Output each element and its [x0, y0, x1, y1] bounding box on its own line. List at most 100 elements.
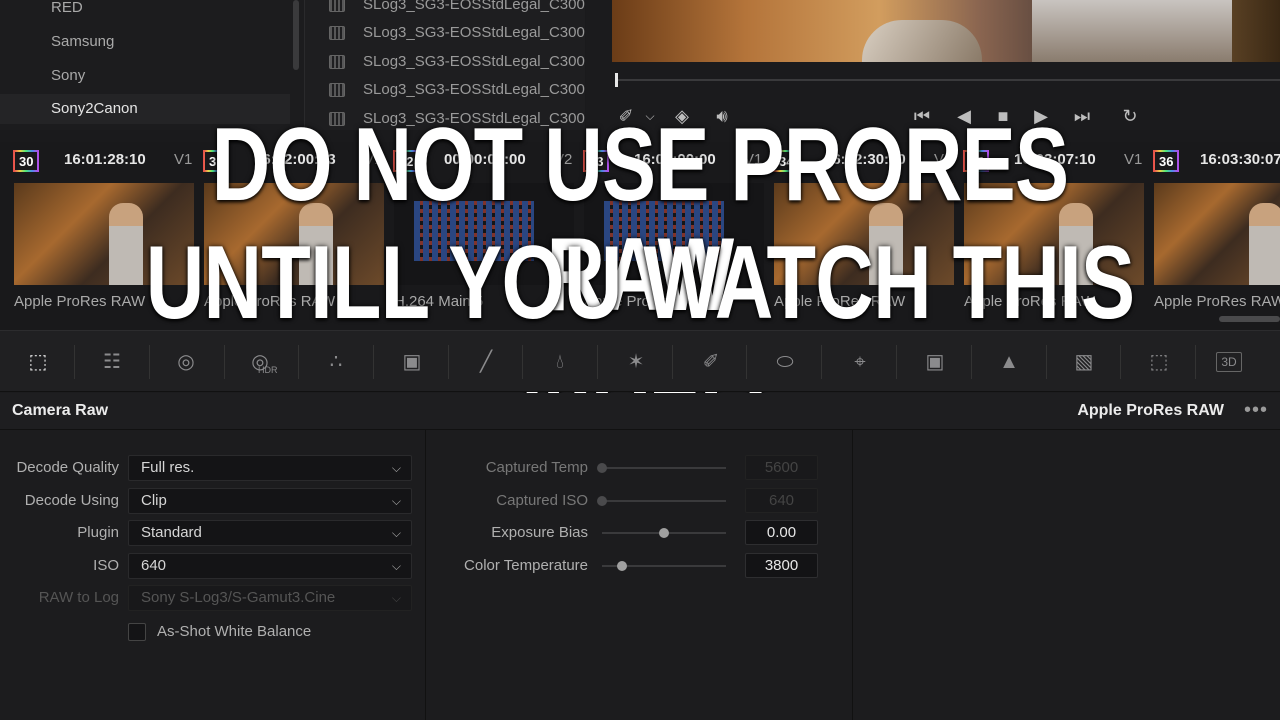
palette-divider	[298, 345, 299, 379]
motion-effects-icon[interactable]: ▣	[394, 345, 430, 379]
palette-divider	[821, 345, 822, 379]
raw-to-log-dropdown: Sony S-Log3/S-Gamut3.Cine ⌵	[128, 585, 412, 611]
clip-timecode: 16:03:30:07	[1200, 151, 1280, 168]
playhead[interactable]	[615, 73, 618, 87]
lut-folder-sony[interactable]: Sony	[0, 61, 290, 91]
chevron-down-icon: ⌵	[391, 591, 401, 605]
lut-item[interactable]: SLog3_SG3-EOSStdLegal_C300	[305, 76, 585, 104]
viewer-frame[interactable]	[612, 0, 1280, 62]
exposure-bias-field[interactable]: 0.00	[745, 520, 818, 545]
lut-folder-samsung[interactable]: Samsung	[0, 27, 290, 57]
lut-item-label: SLog3_SG3-EOSStdLegal_C300	[363, 24, 585, 41]
color-match-icon[interactable]: ☷	[94, 345, 130, 379]
raw-to-log-value: Sony S-Log3/S-Gamut3.Cine	[141, 589, 336, 606]
iso-label: ISO	[93, 557, 119, 574]
decode-using-label: Decode Using	[24, 492, 119, 509]
lut-item-label: SLog3_SG3-EOSStdLegal_C300	[363, 81, 585, 98]
clip-subject	[109, 203, 143, 285]
plugin-dropdown[interactable]: Standard ⌵	[128, 520, 412, 546]
camera-raw-icon[interactable]: ⬚	[20, 345, 56, 379]
chevron-down-icon: ⌵	[391, 461, 401, 475]
chevron-down-icon: ⌵	[391, 494, 401, 508]
hdr-wheels-icon[interactable]: ◎ HDR	[242, 345, 278, 379]
palette-divider	[896, 345, 897, 379]
lut-thumbnail-icon	[329, 83, 345, 97]
lut-thumbnail-icon	[329, 55, 345, 69]
hdr-label: HDR	[258, 365, 278, 375]
as-shot-white-balance-checkbox[interactable]	[128, 623, 146, 641]
color-temperature-label: Color Temperature	[464, 557, 588, 574]
window-icon[interactable]: ⬭	[767, 345, 803, 379]
palette-divider	[373, 345, 374, 379]
lut-item[interactable]: SLog3_SG3-EOSStdLegal_C300	[305, 0, 585, 19]
captured-temp-slider	[602, 467, 726, 469]
lut-item-label: SLog3_SG3-EOSStdLegal_C300	[363, 0, 585, 13]
qualifier-icon[interactable]: ✐	[693, 345, 729, 379]
iso-value: 640	[141, 557, 167, 574]
clip-number: 30	[13, 150, 40, 172]
color-wheels-icon[interactable]: ◎	[168, 345, 204, 379]
clip-timecode: 16:01:28:10	[64, 151, 146, 168]
as-shot-white-balance-label: As-Shot White Balance	[157, 623, 312, 640]
decode-quality-label: Decode Quality	[16, 459, 119, 476]
palette-divider	[1195, 345, 1196, 379]
chevron-down-icon: ⌵	[391, 526, 401, 540]
clip-subject	[1249, 203, 1280, 285]
plugin-value: Standard	[141, 524, 202, 541]
clip-strip-scrollbar[interactable]	[1219, 316, 1280, 322]
curves-icon[interactable]: ╱	[468, 345, 504, 379]
decode-quality-dropdown[interactable]: Full res. ⌵	[128, 455, 412, 481]
decode-settings: Decode Quality Full res. ⌵ Decode Using C…	[0, 430, 426, 720]
captured-iso-label: Captured ISO	[496, 492, 588, 509]
more-options-icon[interactable]: •••	[1244, 399, 1268, 422]
chevron-down-icon: ⌵	[391, 559, 401, 573]
color-warper-icon[interactable]: 💧︎	[542, 345, 578, 379]
color-temperature-field[interactable]: 3800	[745, 553, 818, 578]
lut-thumbnail-icon	[329, 0, 345, 12]
3d-icon[interactable]: 3D	[1216, 352, 1242, 372]
palette-divider	[1046, 345, 1047, 379]
rgb-mixer-icon[interactable]: ∴	[318, 345, 354, 379]
raw-to-log-label: RAW to Log	[38, 589, 119, 606]
lut-folder-red[interactable]: RED	[0, 0, 290, 23]
palette-divider	[597, 345, 598, 379]
panel-header: Camera Raw Apple ProRes RAW •••	[0, 393, 1280, 430]
warper-mesh-icon[interactable]: ✶	[618, 345, 654, 379]
empty-panel	[854, 430, 1280, 720]
palette-divider	[746, 345, 747, 379]
lut-item[interactable]: SLog3_SG3-EOSStdLegal_C300	[305, 19, 585, 47]
palette-divider	[149, 345, 150, 379]
clip-thumbnail[interactable]	[1154, 183, 1280, 285]
captured-temp-knob	[597, 463, 607, 473]
tracker-icon[interactable]: ⌖	[842, 345, 878, 379]
clip-codec: Apple ProRes RAW	[14, 293, 146, 310]
color-temperature-knob[interactable]	[616, 561, 627, 571]
captured-temp-label: Captured Temp	[485, 459, 588, 476]
blur-icon[interactable]: ▲	[991, 345, 1027, 379]
lut-thumbnail-icon	[329, 26, 345, 40]
magic-mask-icon[interactable]: ▣	[917, 345, 953, 379]
decode-using-value: Clip	[141, 492, 167, 509]
clip-number: 36	[1153, 150, 1180, 172]
exposure-bias-label: Exposure Bias	[491, 524, 588, 541]
key-icon[interactable]: ▧	[1066, 345, 1102, 379]
captured-temp-field: 5600	[745, 455, 818, 480]
palette-divider	[224, 345, 225, 379]
palette-divider	[522, 345, 523, 379]
palette-toolbar: ⬚ ☷ ◎ ◎ HDR ∴ ▣ ╱ 💧︎ ✶ ✐ ⬭ ⌖ ▣ ▲ ▧ ⬚ 3D	[0, 330, 1280, 392]
lut-item[interactable]: SLog3_SG3-EOSStdLegal_C300	[305, 48, 585, 76]
lut-item-label: SLog3_SG3-EOSStdLegal_C300	[363, 53, 585, 70]
sizing-icon[interactable]: ⬚	[1141, 345, 1177, 379]
palette-divider	[1120, 345, 1121, 379]
scrubber-track[interactable]	[616, 79, 1280, 81]
clip-codec: Apple ProRes RAW	[1154, 293, 1280, 310]
exposure-bias-knob[interactable]	[659, 528, 669, 538]
decode-using-dropdown[interactable]: Clip ⌵	[128, 488, 412, 514]
iso-dropdown[interactable]: 640 ⌵	[128, 553, 412, 579]
viewer-subject	[1032, 0, 1232, 62]
folder-scrollbar[interactable]	[293, 0, 299, 70]
palette-divider	[971, 345, 972, 379]
captured-iso-slider	[602, 500, 726, 502]
palette-divider	[448, 345, 449, 379]
clip-36[interactable]: 36 16:03:30:07 Apple ProRes RAW	[1140, 142, 1280, 330]
